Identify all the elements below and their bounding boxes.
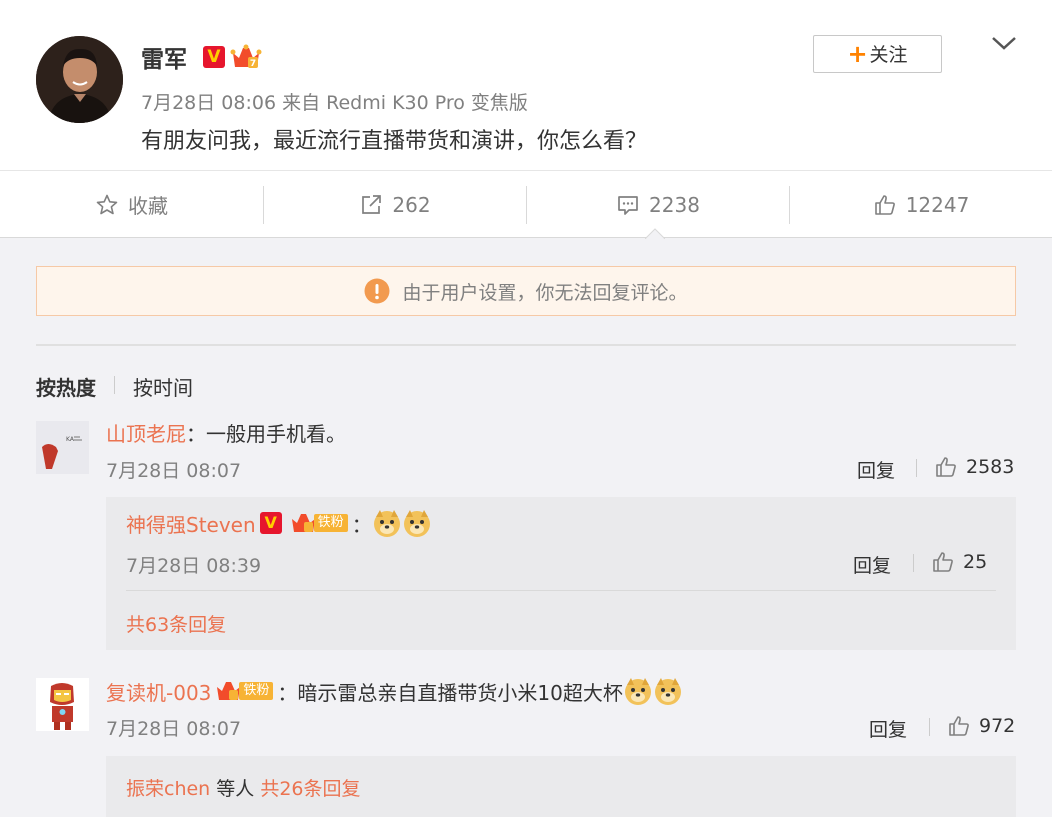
sub-reply-button[interactable]: 回复 xyxy=(853,551,891,578)
comment-like-count: 2583 xyxy=(966,456,1015,478)
thumbs-up-icon xyxy=(933,552,953,572)
commenter-name[interactable]: 复读机-003 xyxy=(106,677,211,706)
comment-like-button[interactable]: 2583 xyxy=(934,455,1014,479)
view-more-replies-link[interactable]: 共63条回复 xyxy=(126,610,226,637)
thumbs-up-icon xyxy=(874,194,895,215)
comment-like-count: 972 xyxy=(979,715,1016,737)
author-avatar[interactable] xyxy=(36,36,123,123)
plus-icon: + xyxy=(847,40,868,68)
sub-reply-like-button[interactable]: 25 xyxy=(931,550,987,574)
comment-time: 7月28日 08:07 xyxy=(106,460,242,482)
sort-by-time-tab[interactable]: 按时间 xyxy=(133,372,193,401)
comment-text: ：暗示雷总亲自直播带货小米10超大杯 xyxy=(277,680,623,705)
reply-button[interactable]: 回复 xyxy=(857,456,895,483)
sub-reply-summary: 振荣chen 等人 共26条回复 xyxy=(126,774,361,801)
comment-icon xyxy=(618,195,638,215)
sub-reply-etc: 等人 xyxy=(210,778,261,800)
weibo-post-card: 雷军 V 7 7月28日 08:06 来自 Redmi K30 Pro 变焦版 … xyxy=(0,0,1052,238)
reply-restriction-notice: 由于用户设置，你无法回复评论。 xyxy=(36,266,1016,316)
action-bar: 收藏 262 2238 12247 xyxy=(0,170,1052,238)
comment-time: 7月28日 08:07 xyxy=(106,718,242,740)
like-button[interactable]: 12247 xyxy=(790,171,1052,238)
sub-reply-time: 7月28日 08:39 xyxy=(126,555,262,577)
notice-text: 由于用户设置，你无法回复评论。 xyxy=(402,281,688,304)
warning-icon xyxy=(364,278,390,304)
sub-reply-user[interactable]: 神得强Steven xyxy=(126,509,256,538)
doge-emoji-icon xyxy=(654,678,681,705)
svg-text:7: 7 xyxy=(250,59,256,69)
comment-like-button[interactable]: 972 xyxy=(947,714,1015,738)
post-meta: 7月28日 08:06 来自 Redmi K30 Pro 变焦版 xyxy=(141,92,528,114)
thumbs-up-icon xyxy=(936,457,956,477)
comment-count: 2238 xyxy=(649,192,700,217)
commenter-name[interactable]: 山顶老屁 xyxy=(106,418,186,447)
sub-reply-like-count: 25 xyxy=(963,551,988,573)
sub-reply-user[interactable]: 振荣chen xyxy=(126,774,210,801)
view-more-replies-link[interactable]: 共26条回复 xyxy=(260,774,360,801)
comment-body: 山顶老屁 ：一般用手机看。 xyxy=(106,418,346,447)
commenter-avatar[interactable]: KA xyxy=(36,421,89,474)
verified-v-icon: V xyxy=(259,512,282,534)
reply-divider xyxy=(916,459,917,477)
repost-button[interactable]: 262 xyxy=(264,171,526,238)
comment-text: ：一般用手机看。 xyxy=(186,422,346,446)
favorite-button[interactable]: 收藏 xyxy=(0,171,263,238)
iron-fan-badge: 铁粉 xyxy=(215,680,274,702)
reply-divider xyxy=(929,718,930,736)
author-name[interactable]: 雷军 xyxy=(141,40,187,74)
star-icon xyxy=(96,194,118,214)
doge-emoji-icon xyxy=(373,510,400,537)
commenter-avatar[interactable] xyxy=(36,678,89,731)
thumbs-up-icon xyxy=(949,716,969,736)
doge-emoji-icon xyxy=(624,678,651,705)
favorite-label: 收藏 xyxy=(128,194,168,218)
doge-emoji-icon xyxy=(403,510,430,537)
chevron-down-icon[interactable] xyxy=(990,33,1018,53)
follow-label: 关注 xyxy=(869,44,908,66)
reply-divider xyxy=(913,554,914,572)
sort-by-hot-tab[interactable]: 按热度 xyxy=(36,372,96,401)
share-icon xyxy=(362,194,382,214)
iron-fan-badge: 铁粉 xyxy=(290,512,348,534)
sub-reply-divider xyxy=(126,590,996,591)
section-divider xyxy=(36,344,1016,346)
repost-count: 262 xyxy=(392,192,431,217)
sub-reply-body: 神得强Steven V 铁粉 ： xyxy=(126,508,432,538)
svg-text:KA: KA xyxy=(66,436,75,443)
verified-v-icon: V xyxy=(203,46,225,68)
comment-pointer-caret xyxy=(645,228,665,239)
comment-body: 复读机-003 铁粉 ：暗示雷总亲自直播带货小米10超大杯 xyxy=(106,676,683,706)
follow-button[interactable]: + 关注 xyxy=(813,35,942,73)
sort-divider xyxy=(114,376,115,394)
member-crown-icon: 7 xyxy=(230,44,262,69)
reply-button[interactable]: 回复 xyxy=(869,715,907,742)
sub-reply-colon: ： xyxy=(351,512,372,537)
post-text: 有朋友问我，最近流行直播带货和演讲，你怎么看？ xyxy=(141,129,648,154)
fan-label: 铁粉 xyxy=(313,514,348,532)
like-count: 12247 xyxy=(905,192,970,217)
fan-label: 铁粉 xyxy=(239,682,274,700)
